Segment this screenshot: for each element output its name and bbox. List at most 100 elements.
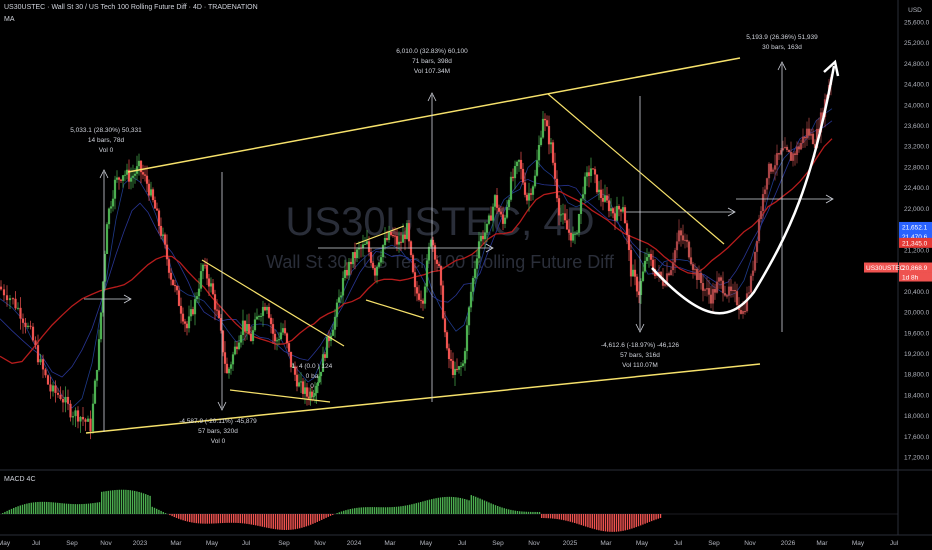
macd-bar <box>261 514 263 527</box>
macd-bar <box>534 511 536 514</box>
x-tick-label: Sep <box>708 540 720 547</box>
macd-bar <box>195 514 197 524</box>
candle-body <box>417 293 421 300</box>
macd-bar <box>475 496 477 514</box>
candle-body <box>161 234 165 236</box>
candle-body <box>553 162 557 179</box>
candle-body <box>41 359 45 370</box>
candle-body <box>547 126 551 145</box>
x-tick-label: Mar <box>600 540 612 547</box>
price-chart[interactable]: US30USTEC, 4D Wall St 30 / US Tech 100 R… <box>0 0 932 550</box>
macd-bar <box>501 507 503 514</box>
macd-bar <box>552 514 554 519</box>
candle-body <box>783 146 787 149</box>
candle-body <box>46 375 50 385</box>
candle-body <box>609 208 613 212</box>
macd-bar <box>659 514 662 518</box>
macd-bar <box>204 514 206 524</box>
candle-body <box>477 241 481 259</box>
macd-label[interactable]: MACD 4C <box>4 476 36 483</box>
candle-body <box>337 297 341 303</box>
macd-bar <box>189 514 191 523</box>
candle-body <box>31 326 35 341</box>
macd-bar <box>112 490 114 514</box>
x-tick-label: Jul <box>32 540 41 547</box>
candle-body <box>523 182 527 195</box>
candle-body <box>601 197 605 202</box>
macd-bar <box>488 502 490 514</box>
macd-bar <box>402 505 404 514</box>
candle-body <box>81 416 85 420</box>
y-tick-label: 19,200.0 <box>904 351 930 358</box>
channel-upper-line[interactable] <box>127 57 741 173</box>
macd-bar <box>123 489 125 514</box>
candle-body <box>0 286 3 290</box>
candle-body <box>249 333 253 342</box>
candle-body <box>411 255 415 273</box>
candle-body <box>109 206 113 209</box>
candle-body <box>379 257 383 263</box>
candle-body <box>567 229 571 233</box>
measure-annotation: 57 bars, 316d <box>620 352 660 359</box>
flag-lower-line[interactable] <box>365 299 425 319</box>
candle-body <box>179 305 183 314</box>
arrow-up-icon <box>823 59 840 77</box>
candle-body <box>281 328 285 333</box>
candle-body <box>459 365 463 367</box>
candle-body <box>719 277 723 281</box>
y-tick-label: 17,600.0 <box>904 434 930 441</box>
candle-body <box>597 189 601 193</box>
candle-body <box>537 144 541 161</box>
y-tick-label: 22,400.0 <box>904 185 930 192</box>
macd-bar <box>259 514 261 527</box>
candle-body <box>153 200 157 209</box>
candle-body <box>14 298 17 309</box>
macd-bar <box>79 504 81 514</box>
indicator-label[interactable]: MA <box>4 16 15 23</box>
macd-bar <box>107 490 109 514</box>
measure-annotation: Vol 110.07M <box>622 362 658 369</box>
macd-bar <box>593 514 596 530</box>
macd-bar <box>391 507 393 514</box>
macd-bar <box>224 514 226 523</box>
macd-bar <box>182 514 184 521</box>
projection-curve[interactable] <box>651 65 836 315</box>
macd-bar <box>114 490 116 514</box>
macd-bar <box>444 496 446 514</box>
macd-bar <box>241 514 244 524</box>
candle-body <box>691 264 695 270</box>
candle-body <box>485 223 489 233</box>
candle-body <box>775 153 779 166</box>
x-tick-label: 2026 <box>781 540 796 547</box>
x-tick-label: Jul <box>674 540 683 547</box>
candle-body <box>585 172 589 177</box>
candle-body <box>517 159 521 162</box>
candle-body <box>318 376 321 383</box>
candle-body <box>99 312 103 340</box>
macd-bar <box>640 514 642 526</box>
candle-body <box>581 194 585 199</box>
candle-body <box>315 385 318 394</box>
candle-body <box>61 399 65 403</box>
candle-body <box>807 128 811 136</box>
macd-bar <box>582 514 585 526</box>
macd-bar <box>420 501 422 514</box>
candle-body <box>255 316 259 320</box>
candle-body <box>533 175 537 187</box>
macd-bar <box>316 514 318 522</box>
candle-body <box>463 351 467 364</box>
price-tag-label: 21,345.0 <box>902 240 928 247</box>
macd-bar <box>28 503 30 514</box>
candle-body <box>527 193 531 201</box>
macd-bar <box>237 514 239 523</box>
candle-body <box>499 211 503 215</box>
candle-body <box>95 369 99 381</box>
candle-body <box>39 359 42 363</box>
macd-bar <box>461 498 464 514</box>
macd-bar <box>15 507 17 514</box>
candle-body <box>441 285 445 319</box>
macd-bar <box>646 514 648 523</box>
candle-body <box>611 208 615 214</box>
candle-body <box>685 239 689 242</box>
x-tick-label: May <box>636 540 649 547</box>
